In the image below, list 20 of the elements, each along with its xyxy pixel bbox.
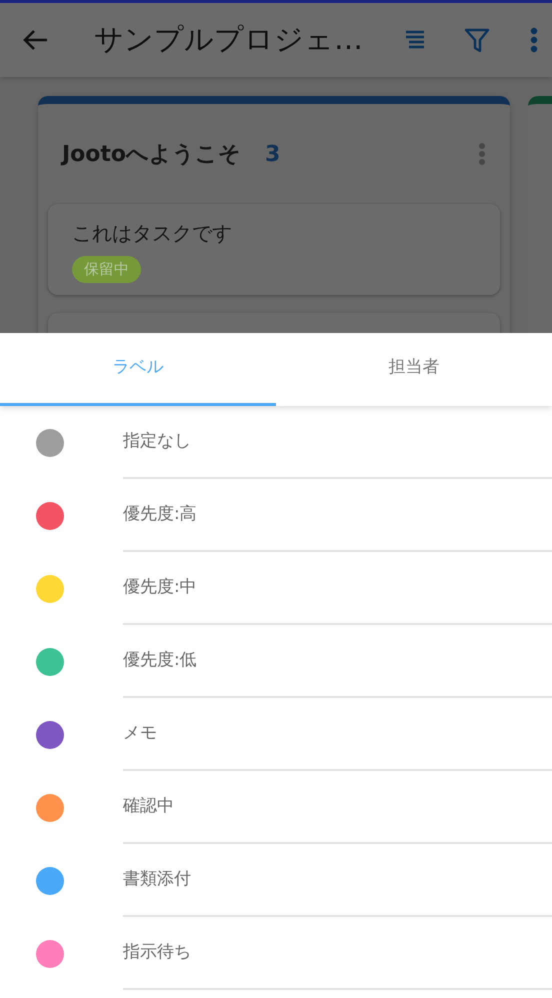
column-title: Jootoへようこそ — [62, 140, 242, 168]
label-option[interactable]: メモ — [123, 698, 552, 771]
list-icon[interactable] — [404, 30, 426, 50]
label-option[interactable]: 指定なし — [123, 406, 552, 479]
status-tag: 保留中 — [72, 256, 141, 282]
more-icon[interactable] — [478, 143, 486, 165]
label-option[interactable]: 書類添付 — [123, 844, 552, 917]
back-icon[interactable] — [22, 29, 48, 51]
label-option[interactable]: 優先度:高 — [123, 479, 552, 552]
label-option[interactable]: 優先度:中 — [123, 552, 552, 625]
task-title: これはタスクです — [72, 220, 233, 247]
tab[interactable]: 担当者 — [276, 333, 552, 406]
filter-icon[interactable] — [464, 27, 490, 53]
task-count: 3 — [265, 140, 280, 168]
more-icon[interactable] — [530, 27, 538, 53]
project-title: サンプルプロジェ… — [94, 21, 363, 58]
label-option[interactable]: 優先度:低 — [123, 625, 552, 698]
label-option[interactable]: 指示待ち — [123, 917, 552, 990]
task-card[interactable]: これはタスクです 保留中 — [48, 204, 500, 294]
label-option[interactable]: 確認中 — [123, 771, 552, 844]
